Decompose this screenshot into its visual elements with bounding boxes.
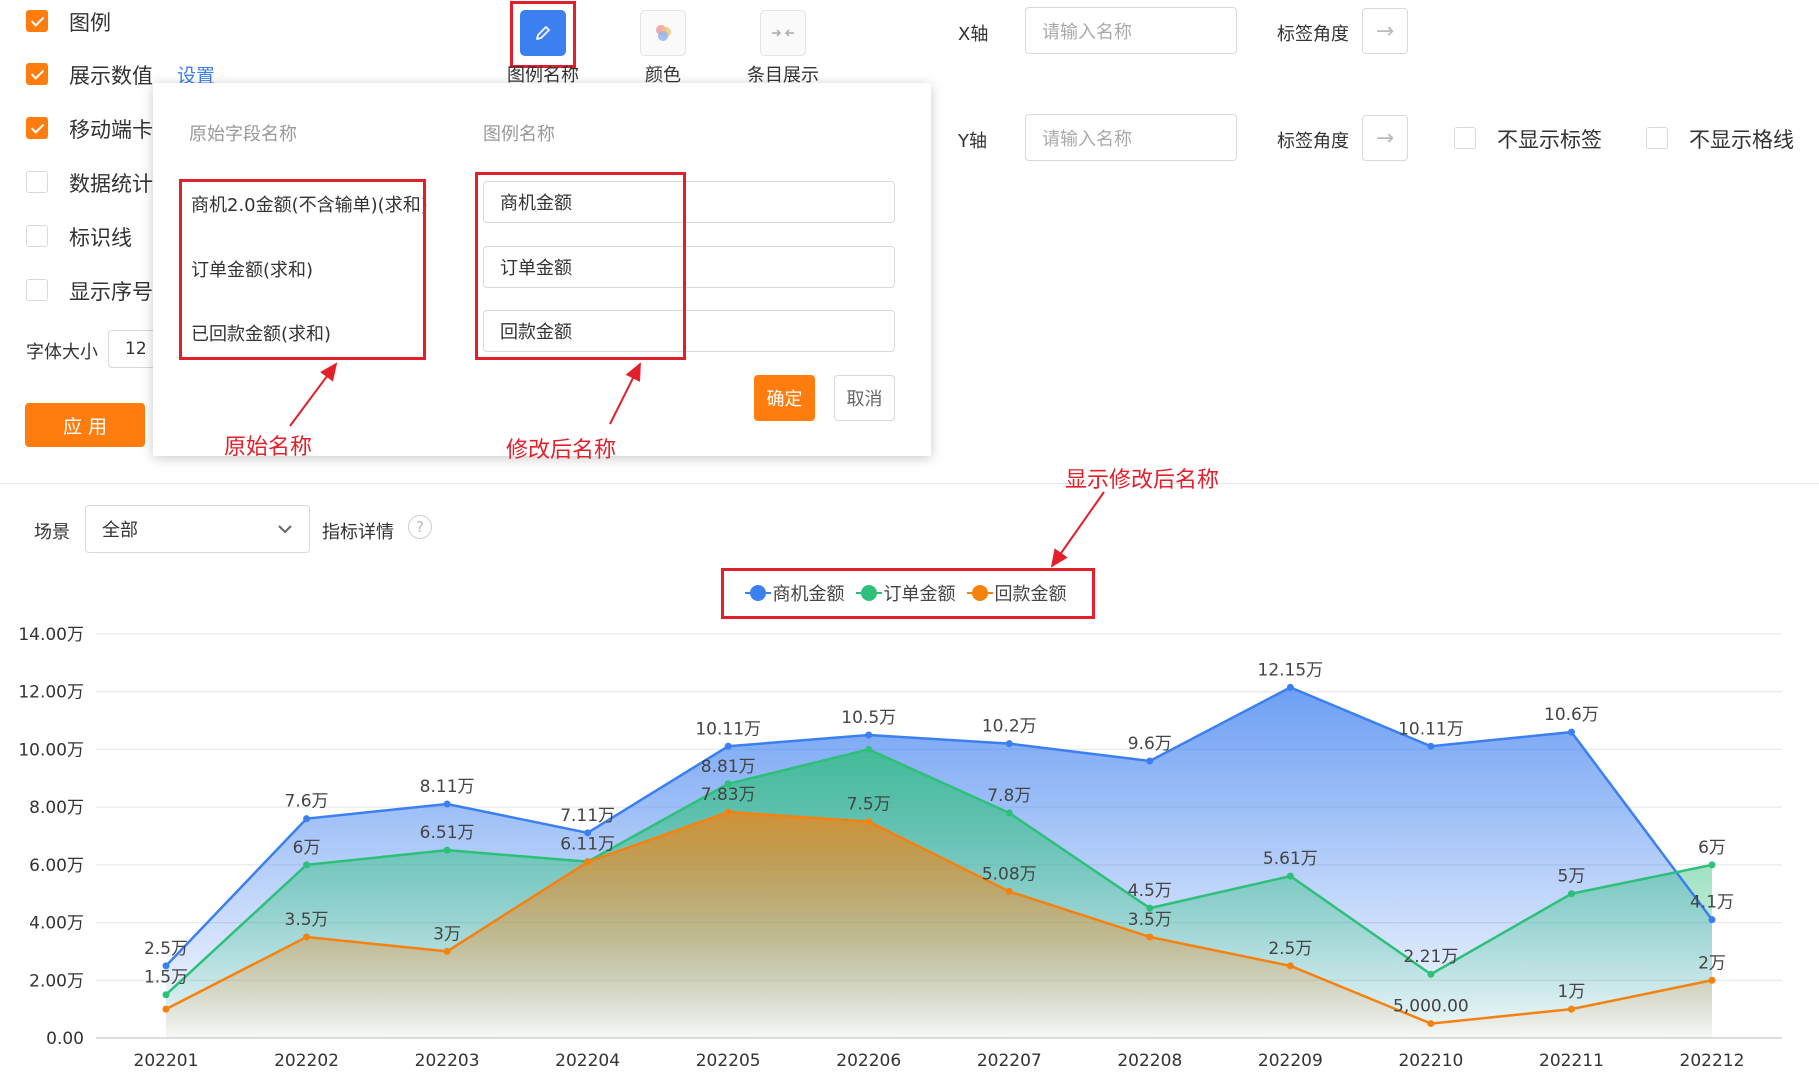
data-label: 6万 <box>1698 838 1726 858</box>
data-point <box>1005 740 1013 748</box>
data-point <box>303 933 311 941</box>
data-label: 10.6万 <box>1544 705 1599 725</box>
data-label: 10.11万 <box>695 719 761 739</box>
data-point <box>724 742 732 750</box>
data-point <box>724 808 732 816</box>
data-point <box>865 745 873 753</box>
data-label: 1.5万 <box>144 968 188 988</box>
x-tick-label: 202204 <box>555 1051 620 1071</box>
data-label: 2.5万 <box>144 939 188 959</box>
area-chart: 0.00 2.00万 4.00万 6.00万 8.00万 10.00万 12.00万 14.0… <box>18 625 1782 1071</box>
x-tick-label: 202211 <box>1539 1051 1604 1071</box>
y-tick-label: 4.00万 <box>29 914 84 934</box>
x-tick-label: 202209 <box>1258 1051 1323 1071</box>
data-point <box>303 815 311 823</box>
data-point <box>162 1005 170 1013</box>
x-tick-label: 202202 <box>274 1051 339 1071</box>
data-point <box>865 731 873 739</box>
data-label: 6万 <box>293 838 321 858</box>
x-tick-label: 202210 <box>1398 1051 1463 1071</box>
y-tick-label: 8.00万 <box>29 798 84 818</box>
data-point <box>865 818 873 826</box>
data-label: 4.5万 <box>1128 881 1172 901</box>
data-point <box>1146 933 1154 941</box>
data-label: 3.5万 <box>285 910 329 930</box>
data-point <box>1286 962 1294 970</box>
y-tick-label: 2.00万 <box>29 971 84 991</box>
y-tick-label: 10.00万 <box>18 740 84 760</box>
data-label: 7.5万 <box>847 795 891 815</box>
data-point <box>1708 976 1716 984</box>
data-point <box>1286 872 1294 880</box>
data-label: 10.2万 <box>982 717 1037 737</box>
data-label: 5万 <box>1558 867 1586 887</box>
data-point <box>443 846 451 854</box>
data-point <box>1567 728 1575 736</box>
data-label: 10.5万 <box>841 708 896 728</box>
data-label: 7.8万 <box>987 786 1031 806</box>
data-point <box>1567 890 1575 898</box>
y-tick-label: 6.00万 <box>29 856 84 876</box>
data-label: 5.61万 <box>1263 849 1318 869</box>
data-label: 9.6万 <box>1128 734 1172 754</box>
data-point <box>1286 683 1294 691</box>
data-label: 3.5万 <box>1128 910 1172 930</box>
data-label: 5,000.00 <box>1393 997 1469 1017</box>
data-point <box>1146 757 1154 765</box>
data-label: 6.11万 <box>560 835 615 855</box>
x-tick-label: 202206 <box>836 1051 901 1071</box>
data-label: 2.21万 <box>1403 947 1458 967</box>
x-tick-label: 202203 <box>415 1051 480 1071</box>
data-point <box>584 858 592 866</box>
data-label: 5.08万 <box>982 864 1037 884</box>
x-tick-label: 202201 <box>134 1051 199 1071</box>
data-point <box>1708 861 1716 869</box>
data-point <box>303 861 311 869</box>
data-label: 3万 <box>433 924 461 944</box>
data-point <box>1005 887 1013 895</box>
data-label: 2万 <box>1698 953 1726 973</box>
data-label: 7.6万 <box>285 792 329 812</box>
data-label: 8.11万 <box>420 777 475 797</box>
data-label: 12.15万 <box>1258 660 1324 680</box>
data-label: 1万 <box>1558 982 1586 1002</box>
data-point <box>1005 809 1013 817</box>
data-point <box>443 800 451 808</box>
data-point <box>1567 1005 1575 1013</box>
x-tick-label: 202205 <box>696 1051 761 1071</box>
x-tick-label: 202212 <box>1680 1051 1745 1071</box>
data-label: 4.1万 <box>1690 893 1734 913</box>
data-point <box>1708 916 1716 924</box>
x-tick-label: 202208 <box>1117 1051 1182 1071</box>
y-tick-label: 12.00万 <box>18 683 84 703</box>
data-label: 2.5万 <box>1268 939 1312 959</box>
data-point <box>1427 970 1435 978</box>
data-point <box>443 947 451 955</box>
data-label: 10.11万 <box>1398 719 1464 739</box>
y-tick-label: 14.00万 <box>18 625 84 645</box>
data-point <box>1427 1020 1435 1028</box>
data-label: 6.51万 <box>420 823 475 843</box>
data-label: 7.83万 <box>701 785 756 805</box>
x-tick-label: 202207 <box>977 1051 1042 1071</box>
data-label: 7.11万 <box>560 806 615 826</box>
data-point <box>1427 742 1435 750</box>
data-point <box>162 991 170 999</box>
data-label: 8.81万 <box>701 757 756 777</box>
y-tick-label: 0.00 <box>46 1029 84 1049</box>
